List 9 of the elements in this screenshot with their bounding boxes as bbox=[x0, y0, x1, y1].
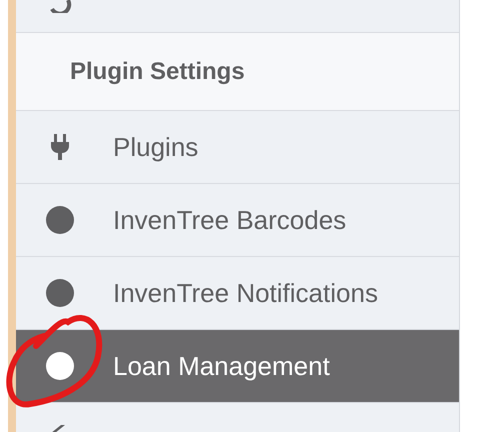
plug-icon bbox=[51, 134, 69, 160]
circle-icon bbox=[46, 206, 74, 234]
circle-icon bbox=[46, 279, 74, 307]
menu-item[interactable]: Loan Management bbox=[16, 330, 459, 403]
menu-item[interactable]: Plugins bbox=[16, 111, 459, 184]
section-heading: Plugin Settings bbox=[70, 58, 245, 86]
menu-item[interactable]: InvenTree Barcodes bbox=[16, 184, 459, 257]
return-icon bbox=[48, 0, 72, 13]
circle-icon bbox=[46, 352, 74, 380]
